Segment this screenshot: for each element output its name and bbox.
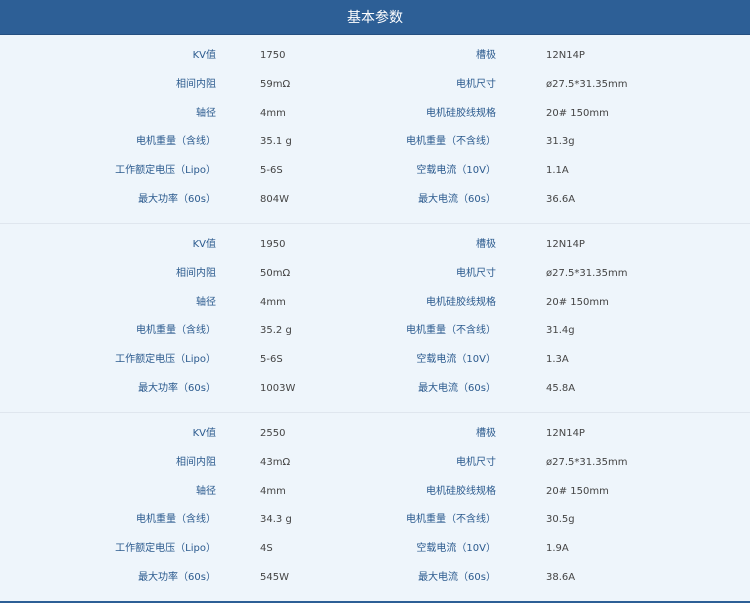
spec-row: 轴径 4mm 电机硅胶线规格 20# 150mm (0, 293, 750, 313)
spec-label: 空载电流（10V） (416, 165, 496, 176)
spec-label: 工作额定电压（Lipo） (115, 354, 216, 365)
spec-row: 轴径 4mm 电机硅胶线规格 20# 150mm (0, 104, 750, 124)
spec-row: 工作额定电压（Lipo） 4S 空载电流（10V） 1.9A (0, 539, 750, 559)
spec-value: ø27.5*31.35mm (546, 457, 628, 468)
spec-label: 电机重量（含线） (136, 136, 216, 147)
spec-value: ø27.5*31.35mm (546, 268, 628, 279)
spec-value: 20# 150mm (546, 297, 609, 308)
spec-label: 最大功率（60s） (138, 383, 216, 394)
spec-value: 4S (260, 543, 273, 554)
spec-value: 4mm (260, 486, 286, 497)
spec-label: 电机重量（含线） (136, 325, 216, 336)
spec-label: 电机尺寸 (456, 457, 496, 468)
spec-value: 30.5g (546, 514, 575, 525)
spec-row: 电机重量（含线） 35.2 g 电机重量（不含线） 31.4g (0, 321, 750, 341)
spec-label: 电机尺寸 (456, 79, 496, 90)
spec-label: 空载电流（10V） (416, 543, 496, 554)
spec-row: 最大功率（60s） 804W 最大电流（60s） 36.6A (0, 190, 750, 210)
spec-value: 5-6S (260, 354, 283, 365)
spec-row: 电机重量（含线） 35.1 g 电机重量（不含线） 31.3g (0, 132, 750, 152)
spec-label: 工作额定电压（Lipo） (115, 165, 216, 176)
spec-row: KV值 1750 槽极 12N14P (0, 46, 750, 66)
spec-value: 804W (260, 194, 289, 205)
spec-section: KV值 1750 槽极 12N14P 相间内阻 59mΩ 电机尺寸 ø27.5*… (0, 35, 750, 224)
spec-label: 相间内阻 (176, 79, 216, 90)
spec-value: 1.1A (546, 165, 569, 176)
spec-value: 45.8A (546, 383, 576, 394)
spec-label: KV值 (192, 50, 216, 61)
spec-value: 31.4g (546, 325, 575, 336)
spec-value: 38.6A (546, 572, 576, 583)
spec-section: KV值 1950 槽极 12N14P 相间内阻 50mΩ 电机尺寸 ø27.5*… (0, 224, 750, 413)
spec-label: 最大功率（60s） (138, 572, 216, 583)
spec-value: 4mm (260, 108, 286, 119)
spec-value: 1750 (260, 50, 286, 61)
spec-value: 1003W (260, 383, 296, 394)
spec-row: 电机重量（含线） 34.3 g 电机重量（不含线） 30.5g (0, 510, 750, 530)
spec-row: 相间内阻 50mΩ 电机尺寸 ø27.5*31.35mm (0, 264, 750, 284)
spec-row: 最大功率（60s） 545W 最大电流（60s） 38.6A (0, 568, 750, 588)
spec-value: 50mΩ (260, 268, 291, 279)
spec-label: 最大电流（60s） (418, 194, 496, 205)
page-header: 基本参数 (0, 0, 750, 35)
spec-row: 轴径 4mm 电机硅胶线规格 20# 150mm (0, 482, 750, 502)
spec-value: 1950 (260, 239, 286, 250)
spec-label: 槽极 (476, 239, 496, 250)
spec-label: 电机硅胶线规格 (426, 486, 496, 497)
spec-label: 电机硅胶线规格 (426, 108, 496, 119)
spec-value: 20# 150mm (546, 486, 609, 497)
spec-label: 最大功率（60s） (138, 194, 216, 205)
spec-label: 槽极 (476, 428, 496, 439)
spec-value: 34.3 g (260, 514, 292, 525)
spec-row: 工作额定电压（Lipo） 5-6S 空载电流（10V） 1.3A (0, 350, 750, 370)
spec-label: 相间内阻 (176, 268, 216, 279)
spec-section: KV值 2550 槽极 12N14P 相间内阻 43mΩ 电机尺寸 ø27.5*… (0, 413, 750, 603)
spec-label: 电机重量（含线） (136, 514, 216, 525)
spec-row: 相间内阻 59mΩ 电机尺寸 ø27.5*31.35mm (0, 75, 750, 95)
page-title: 基本参数 (347, 10, 403, 26)
spec-label: 工作额定电压（Lipo） (115, 543, 216, 554)
spec-row: 工作额定电压（Lipo） 5-6S 空载电流（10V） 1.1A (0, 161, 750, 181)
spec-row: KV值 2550 槽极 12N14P (0, 424, 750, 444)
spec-value: 12N14P (546, 50, 585, 61)
spec-value: 20# 150mm (546, 108, 609, 119)
spec-value: 5-6S (260, 165, 283, 176)
spec-value: 36.6A (546, 194, 576, 205)
spec-row: 相间内阻 43mΩ 电机尺寸 ø27.5*31.35mm (0, 453, 750, 473)
spec-label: 相间内阻 (176, 457, 216, 468)
spec-label: 最大电流（60s） (418, 572, 496, 583)
spec-label: 电机重量（不含线） (406, 514, 496, 525)
spec-value: 1.3A (546, 354, 569, 365)
spec-value: 12N14P (546, 239, 585, 250)
spec-label: 电机尺寸 (456, 268, 496, 279)
spec-row: 最大功率（60s） 1003W 最大电流（60s） 45.8A (0, 379, 750, 399)
spec-label: KV值 (192, 239, 216, 250)
spec-value: 545W (260, 572, 289, 583)
spec-value: 35.1 g (260, 136, 292, 147)
spec-value: 35.2 g (260, 325, 292, 336)
spec-value: ø27.5*31.35mm (546, 79, 628, 90)
spec-label: 轴径 (196, 486, 216, 497)
spec-label: 轴径 (196, 108, 216, 119)
spec-row: KV值 1950 槽极 12N14P (0, 235, 750, 255)
spec-value: 1.9A (546, 543, 569, 554)
spec-label: 槽极 (476, 50, 496, 61)
spec-value: 2550 (260, 428, 286, 439)
spec-label: KV值 (192, 428, 216, 439)
spec-value: 31.3g (546, 136, 575, 147)
spec-label: 空载电流（10V） (416, 354, 496, 365)
spec-value: 43mΩ (260, 457, 291, 468)
spec-label: 电机重量（不含线） (406, 136, 496, 147)
spec-label: 电机硅胶线规格 (426, 297, 496, 308)
spec-label: 轴径 (196, 297, 216, 308)
spec-label: 电机重量（不含线） (406, 325, 496, 336)
spec-value: 59mΩ (260, 79, 291, 90)
spec-value: 12N14P (546, 428, 585, 439)
spec-value: 4mm (260, 297, 286, 308)
spec-label: 最大电流（60s） (418, 383, 496, 394)
